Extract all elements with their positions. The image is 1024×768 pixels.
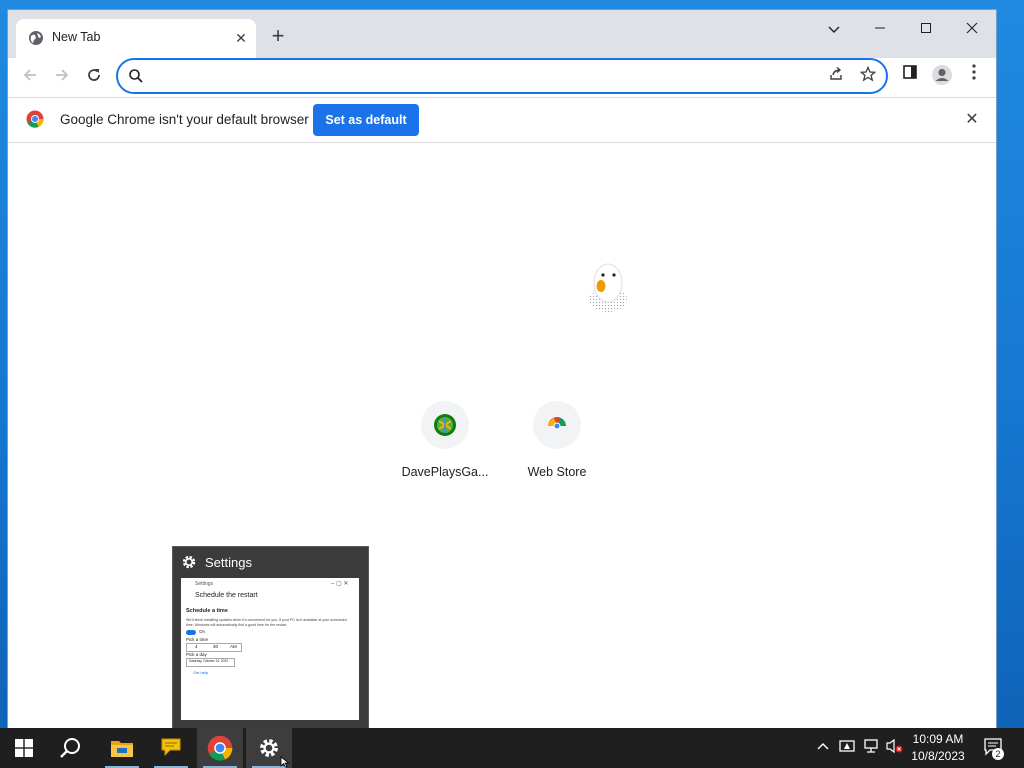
xbox-globe-icon — [434, 414, 456, 436]
minimize-button[interactable] — [860, 16, 900, 42]
close-window-button[interactable] — [952, 16, 992, 42]
infobar-close-icon[interactable]: ✕ — [962, 110, 982, 130]
messenger-icon — [161, 738, 181, 757]
defender-warning-icon — [839, 740, 855, 752]
maximize-button[interactable] — [906, 16, 946, 42]
mouse-cursor — [280, 756, 290, 768]
forward-button[interactable] — [48, 63, 76, 91]
chrome-taskbar-button[interactable] — [197, 728, 243, 768]
menu-button[interactable] — [962, 64, 986, 88]
messenger-button[interactable] — [148, 728, 194, 768]
security-tray-button[interactable] — [838, 738, 856, 758]
profile-button[interactable] — [930, 64, 954, 88]
thumb-subheading: Schedule a time — [186, 608, 228, 614]
search-icon — [60, 738, 80, 758]
share-icon[interactable] — [826, 66, 846, 86]
search-icon — [129, 69, 143, 83]
back-button[interactable] — [16, 63, 44, 91]
chrome-window: New Tab ✕ + Google Chrome isn't your def… — [8, 10, 996, 728]
reload-icon — [88, 69, 100, 81]
close-icon — [966, 22, 978, 34]
thumb-heading: Schedule the restart — [195, 592, 258, 599]
shortcut-tile[interactable]: Web Store — [501, 401, 613, 491]
file-explorer-button[interactable] — [99, 728, 145, 768]
new-tab-page: DavePlaysGa... Web Store — [8, 143, 996, 728]
globe-icon — [29, 31, 43, 45]
thumb-time-minute: 30 — [213, 644, 219, 649]
thumb-toggle-label: On — [199, 629, 206, 634]
shortcut-tile[interactable]: DavePlaysGa... — [389, 401, 501, 491]
thumb-day-picker: Saturday, October 14, 2023 — [186, 658, 235, 667]
kebab-menu-icon — [972, 64, 976, 80]
shortcut-label: DavePlaysGa... — [401, 465, 489, 479]
tab-search-button[interactable] — [814, 16, 854, 42]
network-tray-button[interactable] — [862, 738, 880, 758]
shortcut-icon-circle — [533, 401, 581, 449]
address-bar[interactable] — [116, 58, 888, 94]
address-input[interactable] — [154, 65, 818, 87]
taskbar-clock[interactable]: 10:09 AM 10/8/2023 — [900, 731, 976, 765]
notification-count-badge: 2 — [992, 748, 1004, 760]
side-panel-icon — [903, 65, 917, 79]
start-button[interactable] — [0, 728, 46, 768]
preview-title: Settings — [205, 555, 252, 570]
taskbar: 10:09 AM 10/8/2023 2 — [0, 728, 1024, 768]
side-panel-button[interactable] — [898, 64, 922, 88]
shortcut-icon-circle — [421, 401, 469, 449]
thumb-description: We'll finish installing updates when it'… — [186, 618, 347, 627]
chrome-icon — [207, 735, 233, 761]
chevron-up-icon — [817, 743, 829, 750]
shortcut-label: Web Store — [527, 465, 587, 479]
thumb-window-title: Settings — [195, 581, 214, 587]
thumb-time-picker: 4 30 AM — [186, 643, 242, 652]
profile-avatar-icon — [932, 65, 952, 85]
maximize-icon — [921, 23, 931, 33]
toolbar — [8, 58, 996, 96]
arrow-right-icon — [56, 69, 69, 81]
doodle-goose-icon[interactable] — [586, 259, 634, 315]
tab-strip: New Tab ✕ + — [8, 10, 996, 58]
tab-new-tab[interactable]: New Tab ✕ — [16, 19, 256, 58]
preview-thumbnail: Settings – ▢ ✕ Schedule the restart Sche… — [181, 578, 359, 720]
thumb-time-hour: 4 — [195, 644, 198, 649]
chrome-web-store-icon — [548, 417, 566, 433]
search-button[interactable] — [48, 728, 94, 768]
thumb-window-controls: – ▢ ✕ — [331, 581, 349, 587]
thumb-time-label: Pick a time — [186, 637, 209, 642]
infobar-message: Google Chrome isn't your default browser — [60, 112, 309, 127]
show-hidden-icons-button[interactable] — [814, 738, 832, 758]
clock-time: 10:09 AM — [912, 732, 964, 746]
tab-title: New Tab — [52, 30, 101, 44]
clock-date: 10/8/2023 — [911, 749, 965, 763]
new-tab-button[interactable]: + — [266, 25, 290, 49]
settings-icon — [260, 739, 278, 757]
arrow-left-icon — [23, 69, 36, 81]
thumb-time-ampm: AM — [230, 644, 237, 649]
thumb-toggle — [186, 630, 196, 635]
set-as-default-button[interactable]: Set as default — [313, 104, 419, 136]
chevron-down-icon — [828, 26, 840, 33]
file-explorer-icon — [111, 741, 133, 757]
network-icon — [864, 739, 878, 753]
bookmark-star-icon[interactable] — [858, 65, 878, 86]
start-icon — [15, 739, 33, 757]
thumb-help-link: Get help — [193, 670, 209, 675]
thumb-day-label: Pick a day — [186, 652, 207, 657]
thumb-day-value: Saturday, October 14, 2023 — [189, 659, 228, 663]
tab-close-icon[interactable]: ✕ — [232, 29, 250, 47]
chrome-logo-icon — [26, 110, 44, 128]
gear-icon — [182, 555, 196, 569]
minimize-icon — [875, 27, 885, 29]
reload-button[interactable] — [80, 63, 108, 91]
default-browser-infobar: Google Chrome isn't your default browser… — [8, 97, 996, 143]
settings-window-preview[interactable]: Settings Settings – ▢ ✕ Schedule the res… — [172, 546, 369, 730]
action-center-button[interactable]: 2 — [982, 738, 1006, 760]
